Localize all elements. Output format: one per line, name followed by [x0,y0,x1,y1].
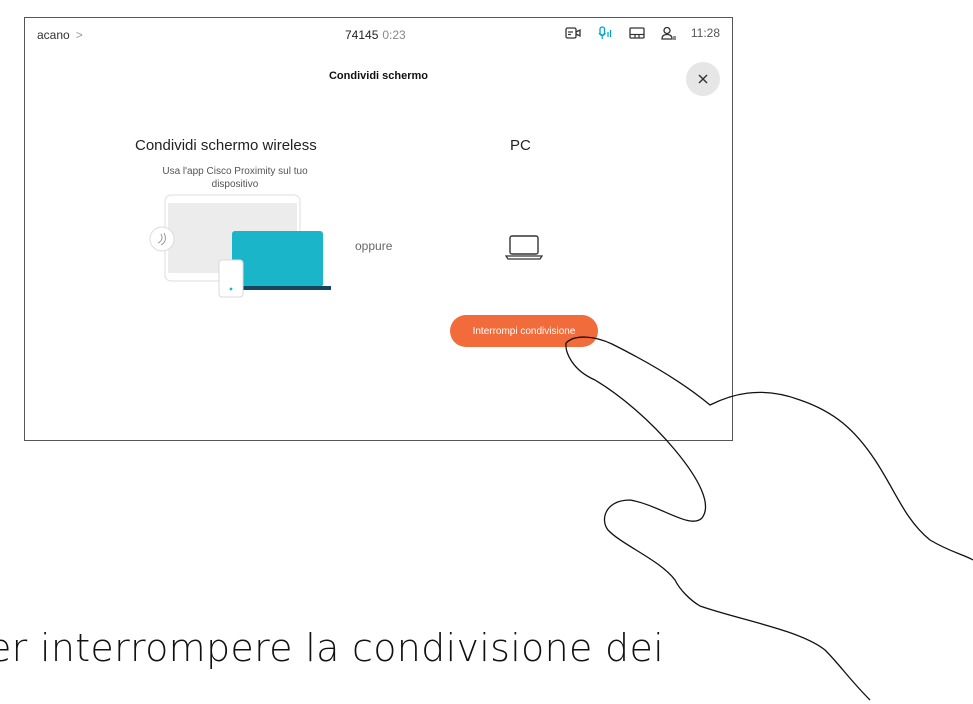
pointing-hand-illustration [565,336,973,701]
instruction-caption: er interrompere la condivisione dei [0,626,665,670]
